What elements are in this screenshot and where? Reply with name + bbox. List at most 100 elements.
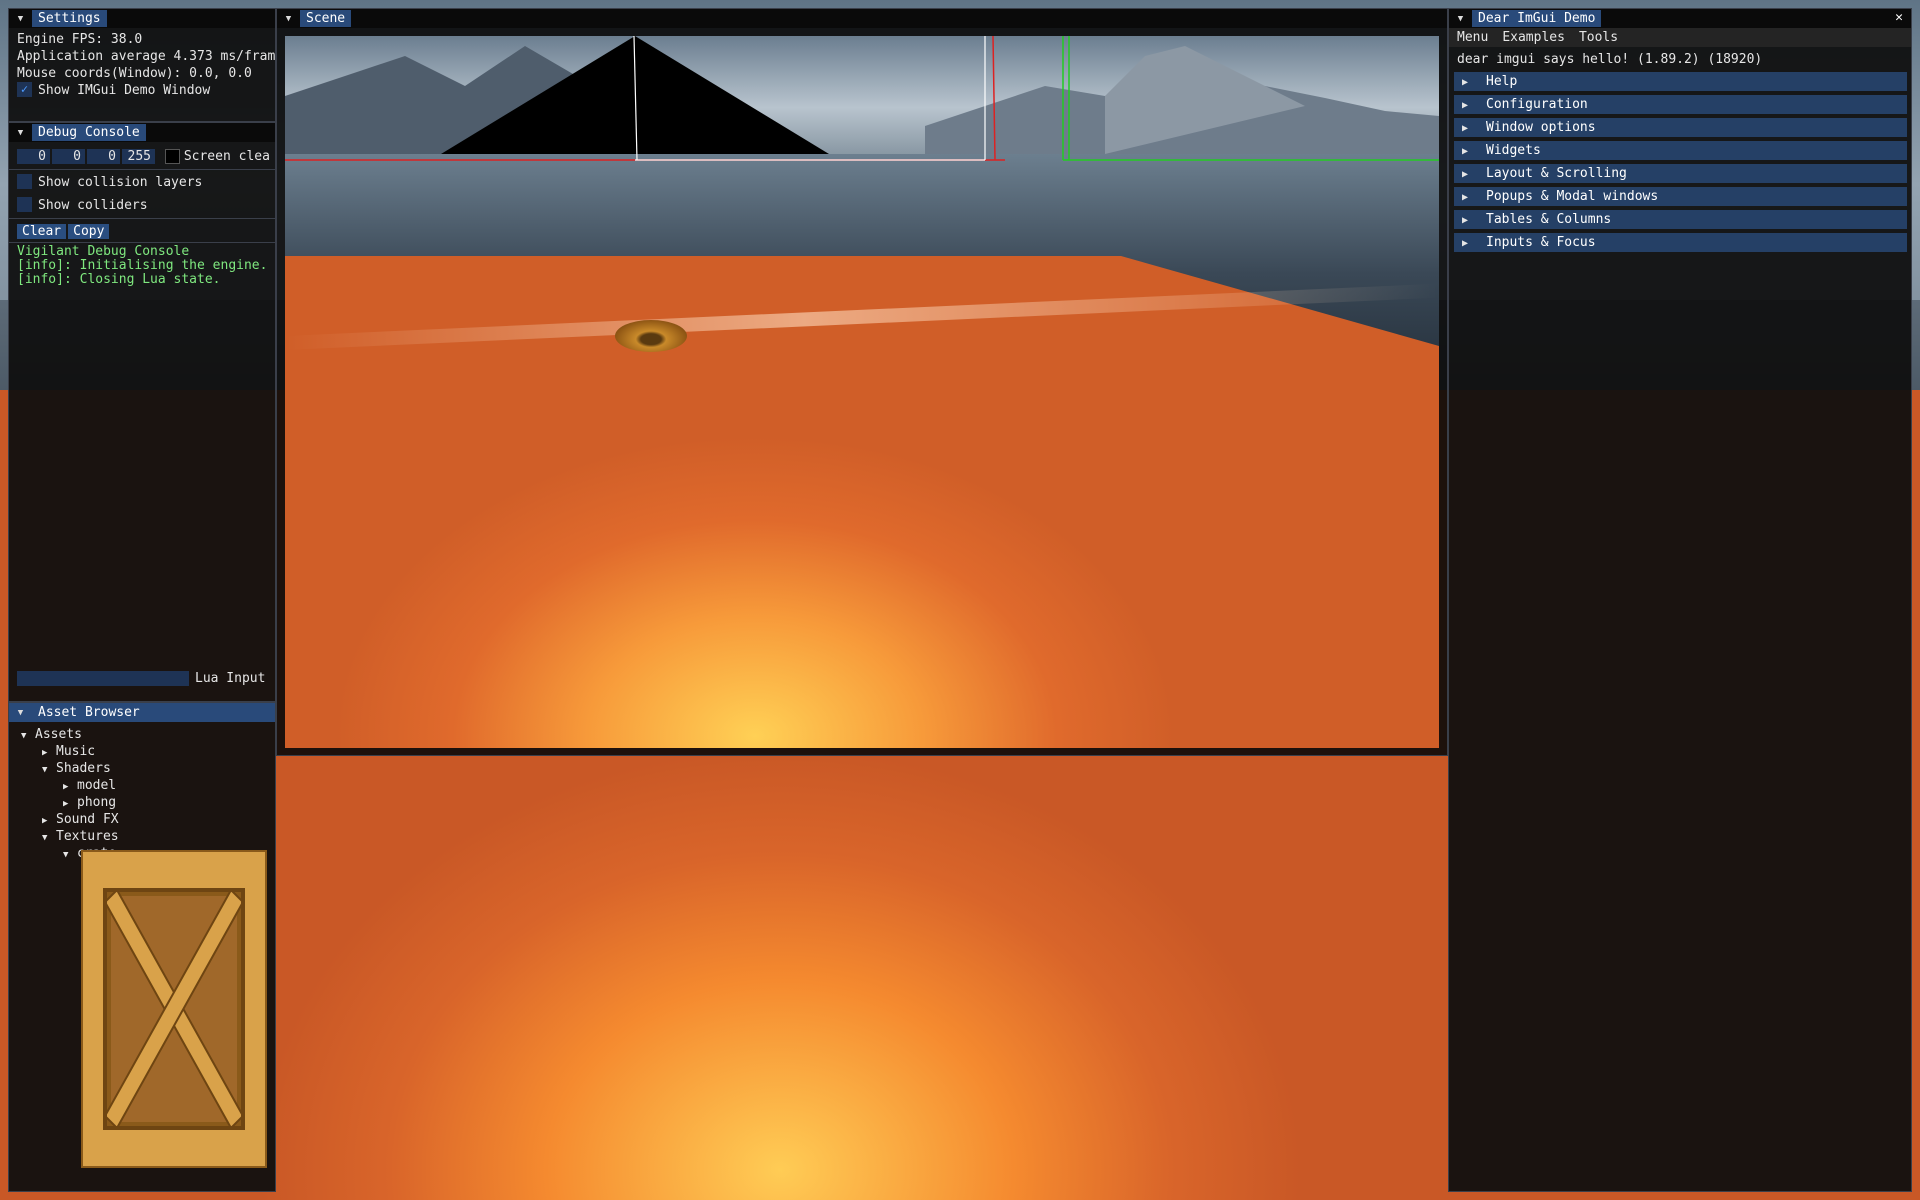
header-label: Popups & Modal windows (1486, 189, 1659, 204)
collapse-icon[interactable]: ▼ (15, 127, 26, 138)
screen-clear-label: Screen clea (183, 149, 270, 164)
console-log: Vigilant Debug Console [info]: Initialis… (9, 245, 275, 287)
collapsed-icon: ▶ (1462, 146, 1469, 157)
copy-button[interactable]: Copy (68, 224, 110, 239)
collapsed-icon: ▶ (1462, 123, 1469, 134)
asset-titlebar[interactable]: ▼ Asset Browser (9, 703, 275, 722)
header-label: Inputs & Focus (1486, 235, 1596, 250)
collapsed-icon: ▶ (1462, 77, 1469, 88)
colliders-label: Show colliders (38, 198, 148, 213)
collapse-icon[interactable]: ▼ (283, 13, 294, 24)
debug-titlebar[interactable]: ▼ Debug Console (9, 123, 275, 142)
expanded-icon: ▼ (63, 850, 69, 860)
show-demo-checkbox-row[interactable]: ✓ Show IMGui Demo Window (9, 82, 275, 99)
tree-label: phong (77, 795, 117, 810)
collapsed-icon: ▶ (1462, 192, 1469, 203)
tree-node-textures[interactable]: ▼ Textures (21, 828, 275, 845)
debug-console-window[interactable]: ▼ Debug Console 0 0 0 255 Screen clea Show … (8, 122, 276, 702)
header-label: Layout & Scrolling (1486, 166, 1627, 181)
asset-title: Asset Browser (32, 704, 146, 721)
check-icon[interactable]: ✓ (17, 82, 32, 97)
header-configuration[interactable]: ▶ Configuration (1454, 95, 1907, 114)
tree-label: Music (56, 744, 96, 759)
color-a-input[interactable]: 255 (122, 149, 155, 164)
tree-label: model (77, 778, 117, 793)
settings-titlebar[interactable]: ▼ Settings (9, 9, 275, 28)
tree-label: Textures (56, 829, 119, 844)
tree-node-music[interactable]: ▶ Music (21, 743, 275, 760)
tree-node-shaders[interactable]: ▼ Shaders (21, 760, 275, 777)
collapsed-icon: ▶ (1462, 169, 1469, 180)
expanded-icon: ▼ (42, 765, 48, 775)
mouse-coords-text: Mouse coords(Window): 0.0, 0.0 (17, 66, 252, 81)
app-average-text: Application average 4.373 ms/frame (2 (17, 49, 275, 64)
menu-examples[interactable]: Examples (1502, 30, 1565, 45)
crate-texture-preview[interactable] (81, 850, 267, 1168)
scene-viewport[interactable] (285, 36, 1439, 748)
tree-label: Assets (35, 727, 82, 742)
tree-node-sound-fx[interactable]: ▶ Sound FX (21, 811, 275, 828)
collapsed-icon: ▶ (1462, 100, 1469, 111)
debug-title: Debug Console (32, 124, 146, 141)
color-swatch[interactable] (164, 149, 180, 164)
imgui-demo-window[interactable]: ▼ Dear ImGui Demo ✕ Menu Examples Tools de… (1448, 8, 1912, 1192)
header-label: Configuration (1486, 97, 1588, 112)
collapsed-icon: ▶ (1462, 215, 1469, 226)
collapse-icon[interactable]: ▼ (15, 707, 26, 718)
color-b-input[interactable]: 0 (87, 149, 120, 164)
color-g-input[interactable]: 0 (52, 149, 85, 164)
header-inputs-focus[interactable]: ▶ Inputs & Focus (1454, 233, 1907, 252)
expanded-icon: ▼ (42, 833, 48, 843)
clear-color-row: 0 0 0 255 Screen clea (9, 148, 275, 165)
collision-layers-label: Show collision layers (38, 175, 203, 190)
header-help[interactable]: ▶ Help (1454, 72, 1907, 91)
log-line: Vigilant Debug Console (17, 245, 190, 259)
lua-input-label: Lua Input (195, 671, 266, 686)
header-label: Tables & Columns (1486, 212, 1612, 227)
log-line: [info]: Initialising the engine. (17, 259, 268, 273)
tree-node-phong[interactable]: ▶ phong (21, 794, 275, 811)
header-label: Widgets (1486, 143, 1541, 158)
menu-tools[interactable]: Tools (1579, 30, 1618, 45)
scene-window[interactable]: ▼ Scene (276, 8, 1448, 756)
tree-label: Shaders (56, 761, 111, 776)
scene-titlebar[interactable]: ▼ Scene (277, 9, 1447, 28)
colliders-checkbox[interactable] (17, 197, 32, 212)
tree-node-model[interactable]: ▶ model (21, 777, 275, 794)
expanded-icon: ▼ (21, 731, 27, 741)
close-icon[interactable]: ✕ (1895, 10, 1903, 25)
color-r-input[interactable]: 0 (17, 149, 50, 164)
hello-text: dear imgui says hello! (1.89.2) (18920) (1457, 52, 1763, 67)
console-buttons: Clear Copy (9, 223, 275, 240)
clear-button[interactable]: Clear (17, 224, 67, 239)
divider (9, 169, 275, 170)
header-window-options[interactable]: ▶ Window options (1454, 118, 1907, 137)
lua-input[interactable] (17, 671, 189, 686)
header-tables-columns[interactable]: ▶ Tables & Columns (1454, 210, 1907, 229)
divider (9, 242, 275, 243)
engine-fps-text: Engine FPS: 38.0 (17, 32, 143, 47)
menu-menu[interactable]: Menu (1457, 30, 1488, 45)
donut-model (615, 320, 687, 352)
demo-titlebar[interactable]: ▼ Dear ImGui Demo ✕ (1449, 9, 1911, 28)
collapsed-icon: ▶ (1462, 238, 1469, 249)
colliders-row[interactable]: Show colliders (9, 197, 275, 214)
collapse-icon[interactable]: ▼ (15, 13, 26, 24)
settings-window[interactable]: ▼ Settings Engine FPS: 38.0 Application … (8, 8, 276, 122)
show-demo-label: Show IMGui Demo Window (38, 83, 211, 98)
log-line: [info]: Closing Lua state. (17, 273, 221, 287)
settings-title: Settings (32, 10, 107, 27)
header-layout-scrolling[interactable]: ▶ Layout & Scrolling (1454, 164, 1907, 183)
collapse-icon[interactable]: ▼ (1455, 13, 1466, 24)
asset-browser-window[interactable]: ▼ Asset Browser ▼ Assets ▶ Music ▼ Shaders … (8, 702, 276, 1192)
divider (9, 218, 275, 219)
header-widgets[interactable]: ▶ Widgets (1454, 141, 1907, 160)
header-popups-modal[interactable]: ▶ Popups & Modal windows (1454, 187, 1907, 206)
header-label: Help (1486, 74, 1518, 89)
header-label: Window options (1486, 120, 1596, 135)
scene-title: Scene (300, 10, 352, 27)
tree-node-assets[interactable]: ▼ Assets (21, 726, 275, 743)
collision-layers-row[interactable]: Show collision layers (9, 174, 275, 191)
collision-layers-checkbox[interactable] (17, 174, 32, 189)
demo-menubar: Menu Examples Tools (1449, 28, 1911, 47)
